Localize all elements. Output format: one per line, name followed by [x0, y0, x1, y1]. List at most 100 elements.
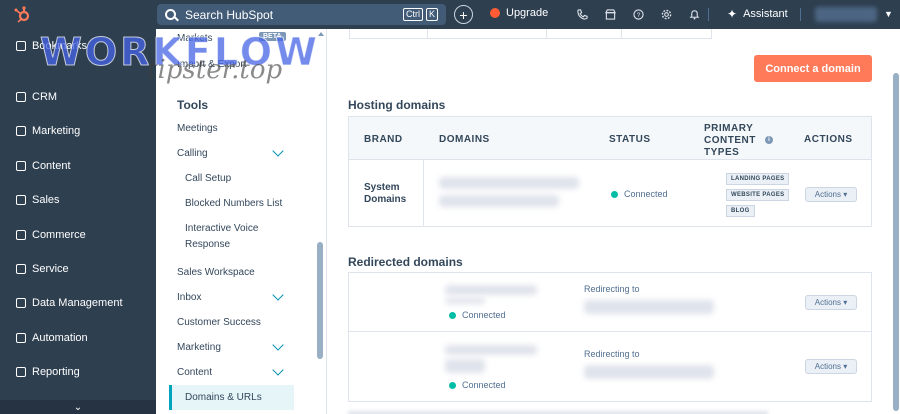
marketing-icon	[16, 126, 26, 136]
nav-item-bookmarks[interactable]: Bookmarks	[16, 40, 87, 52]
phone-icon[interactable]	[568, 6, 596, 23]
redacted-domain	[445, 359, 485, 373]
brand-label-line2: Domains	[364, 194, 407, 205]
settings-item-calling[interactable]: Calling	[177, 148, 208, 159]
tab-divider	[427, 29, 428, 39]
redirect-label: Redirecting to	[584, 349, 640, 359]
assistant-label: Assistant	[743, 8, 788, 20]
settings-item-ivr[interactable]: Interactive Voice	[185, 223, 258, 234]
assistant-button[interactable]: ✦ Assistant	[727, 7, 788, 21]
create-new-button[interactable]: +	[454, 5, 473, 24]
crm-icon	[16, 92, 26, 102]
redacted-domain	[445, 298, 485, 304]
settings-item-content[interactable]: Content	[177, 367, 212, 378]
nav-item-data-management[interactable]: Data Management	[16, 297, 123, 309]
nav-item-marketing[interactable]: Marketing	[16, 125, 80, 137]
account-menu[interactable]	[815, 7, 877, 22]
settings-item-call-setup[interactable]: Call Setup	[185, 173, 231, 184]
actions-dropdown-button[interactable]: Actions ▾	[805, 187, 857, 202]
utility-icons: ?	[568, 6, 708, 23]
commerce-icon	[16, 230, 26, 240]
connect-domain-button[interactable]: Connect a domain	[754, 55, 872, 82]
help-icon[interactable]: ?	[624, 6, 652, 23]
status-badge: Connected	[449, 310, 506, 320]
marketplace-icon[interactable]	[596, 6, 624, 23]
cell-divider	[423, 160, 424, 226]
brand-label-line1: System	[364, 182, 400, 193]
redirect-label: Redirecting to	[584, 284, 640, 294]
chevron-down-icon[interactable]	[272, 145, 284, 157]
redacted-redirect-target	[584, 365, 714, 379]
global-search-input[interactable]: Search HubSpot Ctrl K	[157, 4, 446, 25]
search-shortcut: Ctrl K	[400, 8, 438, 21]
settings-scrollbar[interactable]	[317, 242, 323, 359]
settings-item-blocked-numbers[interactable]: Blocked Numbers List	[185, 198, 282, 209]
search-placeholder: Search HubSpot	[185, 7, 274, 22]
redacted-domain	[445, 285, 537, 295]
top-navigation-bar: Search HubSpot Ctrl K + Upgrade ? ✦ Assi…	[0, 0, 900, 29]
status-badge: Connected	[611, 189, 668, 199]
settings-item-meetings[interactable]: Meetings	[177, 123, 218, 134]
chevron-down-icon[interactable]	[272, 339, 284, 351]
nav-item-commerce[interactable]: Commerce	[16, 229, 86, 241]
topbar-divider	[708, 8, 709, 21]
column-brand: BRAND	[364, 134, 403, 145]
settings-item-import-export[interactable]: Import & Export	[177, 59, 246, 70]
upgrade-label: Upgrade	[506, 7, 549, 19]
settings-item-marketing[interactable]: Marketing	[177, 342, 221, 353]
data-icon	[16, 298, 26, 308]
nav-item-sales[interactable]: Sales	[16, 194, 60, 206]
tab-divider	[546, 29, 547, 39]
chevron-down-icon[interactable]	[272, 289, 284, 301]
service-icon	[16, 264, 26, 274]
topbar-divider	[800, 8, 801, 21]
settings-item-sales-workspace[interactable]: Sales Workspace	[177, 267, 255, 278]
settings-item-markets[interactable]: Markets	[177, 33, 213, 44]
main-navigation: Bookmarks CRM Marketing Content Sales Co…	[0, 29, 156, 414]
settings-item-ivr-line2[interactable]: Response	[185, 239, 230, 250]
redacted-redirect-target	[584, 300, 714, 314]
content-type-tag: LANDING PAGES	[726, 173, 790, 185]
nav-item-content[interactable]: Content	[16, 160, 71, 172]
hubspot-logo-icon[interactable]	[6, 0, 38, 29]
settings-icon[interactable]	[652, 6, 680, 23]
nav-label: Sales	[32, 194, 60, 206]
column-actions: ACTIONS	[804, 134, 853, 145]
settings-item-customer-success[interactable]: Customer Success	[177, 317, 261, 328]
settings-item-inbox[interactable]: Inbox	[177, 292, 201, 303]
beta-badge: BETA	[259, 32, 286, 41]
nav-item-automation[interactable]: Automation	[16, 332, 88, 344]
connected-dot-icon	[449, 381, 456, 389]
scroll-up-arrow-icon[interactable]	[318, 32, 324, 36]
upgrade-button[interactable]: Upgrade	[490, 7, 548, 19]
column-domains: DOMAINS	[439, 134, 490, 145]
actions-dropdown-button[interactable]: Actions ▾	[805, 295, 857, 310]
nav-label: Service	[32, 263, 69, 275]
automation-icon	[16, 333, 26, 343]
tab-divider	[621, 29, 622, 39]
info-icon[interactable]: i	[765, 136, 773, 144]
nav-label: Data Management	[32, 297, 123, 309]
nav-label: Automation	[32, 332, 88, 344]
nav-item-service[interactable]: Service	[16, 263, 69, 275]
column-content-types-1: PRIMARY	[704, 123, 754, 134]
nav-item-crm[interactable]: CRM	[16, 91, 57, 103]
main-scrollbar[interactable]	[893, 73, 899, 411]
redirected-domains-table: Connected Redirecting to Actions ▾ Conne…	[348, 272, 872, 402]
nav-item-reporting[interactable]: Reporting	[16, 366, 80, 378]
settings-item-domains-urls[interactable]: Domains & URLs	[185, 392, 262, 403]
settings-sidebar: Markets BETA Import & Export Tools Meeti…	[156, 29, 327, 414]
kbd-k: K	[425, 8, 438, 21]
domain-tabs	[349, 29, 712, 39]
chevron-down-icon[interactable]	[272, 364, 284, 376]
chevron-down-icon[interactable]: ▼	[884, 9, 893, 19]
sales-icon	[16, 195, 26, 205]
status-text: Connected	[462, 380, 506, 390]
notifications-icon[interactable]	[680, 6, 708, 23]
redacted-domain	[445, 345, 537, 355]
content-type-tag: BLOG	[726, 205, 755, 217]
nav-collapse-button[interactable]: ⌄	[0, 400, 156, 414]
status-badge: Connected	[449, 380, 506, 390]
actions-dropdown-button[interactable]: Actions ▾	[805, 359, 857, 374]
connected-dot-icon	[449, 311, 456, 319]
